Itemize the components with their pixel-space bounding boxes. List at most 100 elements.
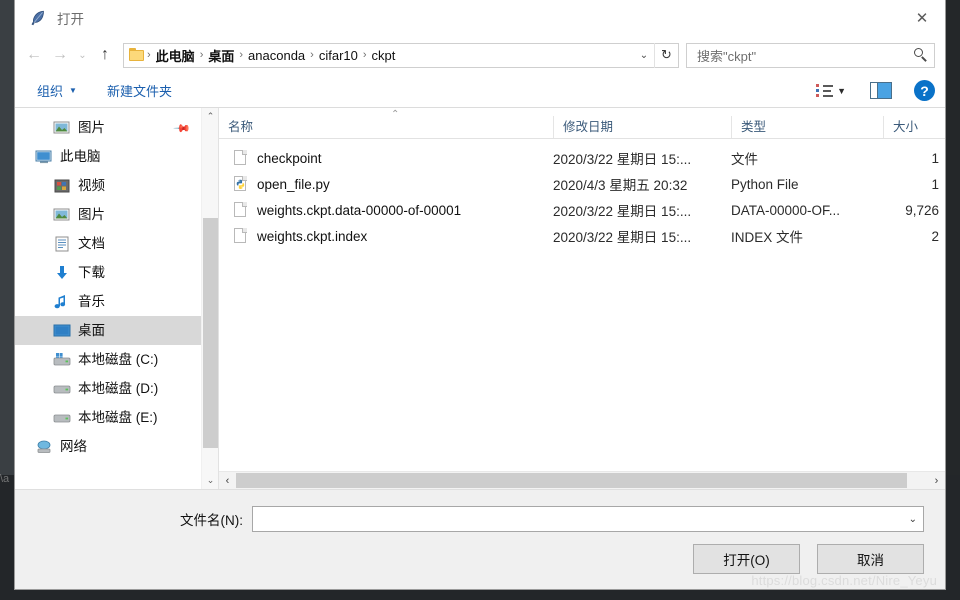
column-header-3[interactable]: 大小 (883, 116, 939, 138)
file-name-cell[interactable]: open_file.py (219, 175, 553, 193)
file-type-cell: DATA-00000-OF... (731, 202, 841, 218)
button-row: 打开(O) 取消 (15, 532, 945, 574)
column-header-0[interactable]: 名称 (219, 116, 553, 138)
navigation-bar: ← → ⌄ ↑ › 此电脑 › 桌面 › anaconda › cifar10 … (15, 36, 945, 74)
sidebar-item-label: 此电脑 (60, 148, 101, 164)
file-name-text: weights.ckpt.data-00000-of-00001 (257, 202, 462, 218)
sidebar-item-label: 本地磁盘 (C:) (78, 351, 159, 367)
breadcrumb-item-1[interactable]: 桌面 (204, 46, 238, 65)
breadcrumb-item-0[interactable]: 此电脑 (152, 46, 199, 65)
chevron-down-icon[interactable]: ⌄ (634, 50, 654, 61)
picture-icon (53, 207, 71, 223)
new-folder-button[interactable]: 新建文件夹 (107, 81, 172, 100)
sidebar-item-6[interactable]: 音乐 (15, 287, 201, 316)
file-name-text: open_file.py (257, 176, 330, 192)
filename-label: 文件名(N): (180, 513, 243, 528)
forward-button[interactable]: → (47, 42, 73, 68)
close-icon[interactable]: ✕ (899, 0, 945, 36)
picture-icon (53, 120, 71, 136)
sidebar-item-label: 视频 (78, 177, 105, 193)
column-header-2[interactable]: 类型 (731, 116, 883, 138)
file-name-text: checkpoint (257, 150, 322, 166)
table-row[interactable]: checkpoint 2020/3/22 星期日 15:... 文件 1 (219, 145, 945, 171)
file-name-cell[interactable]: weights.ckpt.data-00000-of-00001 (219, 201, 553, 219)
chevron-down-icon: ▼ (69, 86, 77, 95)
search-input[interactable]: 搜索"ckpt" (697, 46, 914, 65)
open-button[interactable]: 打开(O) (693, 544, 800, 574)
file-date-cell: 2020/3/22 星期日 15:... (553, 152, 692, 167)
table-row[interactable]: open_file.py 2020/4/3 星期五 20:32 Python Fil… (219, 171, 945, 197)
sidebar-item-label: 图片 (78, 119, 105, 135)
desktop-icon (53, 323, 71, 339)
folder-icon (129, 48, 146, 62)
back-button[interactable]: ← (21, 42, 47, 68)
music-icon (53, 294, 71, 310)
hscroll-track[interactable] (236, 473, 928, 488)
column-headers: 名称 修改日期 类型 大小 ⌃ (219, 108, 945, 139)
drive-icon (53, 410, 71, 426)
dialog-body: 图片 📌 此电脑 视频 图片 文档 下载 音乐 桌面 本地磁盘 (C:) 本地磁盘 (D:) 本地磁盘… (15, 108, 945, 489)
sidebar-scrollbar[interactable]: ⌃ ⌄ (201, 108, 218, 489)
title-bar: 打开 ✕ (15, 0, 945, 36)
organize-button[interactable]: 组织 ▼ (37, 81, 77, 100)
window-title: 打开 (57, 12, 84, 27)
help-icon[interactable]: ? (914, 80, 935, 101)
table-row[interactable]: weights.ckpt.data-00000-of-00001 2020/3/2… (219, 197, 945, 223)
new-folder-label: 新建文件夹 (106, 84, 172, 99)
network-icon (35, 439, 53, 455)
sidebar-scroll-thumb[interactable] (203, 218, 218, 448)
sidebar-item-9[interactable]: 本地磁盘 (D:) (15, 374, 201, 403)
search-box[interactable]: 搜索"ckpt" (686, 42, 935, 68)
sidebar-item-label: 桌面 (78, 322, 105, 338)
sidebar-item-2[interactable]: 视频 (15, 171, 201, 200)
dialog-footer: 文件名(N): ⌄ 打开(O) 取消 https://blog.csdn.net… (15, 489, 945, 589)
sidebar-item-8[interactable]: 本地磁盘 (C:) (15, 345, 201, 374)
sidebar-item-10[interactable]: 本地磁盘 (E:) (15, 403, 201, 432)
file-name-cell[interactable]: weights.ckpt.index (219, 227, 553, 245)
chevron-down-icon[interactable]: ▼ (837, 86, 846, 96)
view-options-icon[interactable] (816, 83, 834, 98)
breadcrumb-item-4[interactable]: ckpt (368, 48, 400, 63)
sidebar-item-0[interactable]: 图片 📌 (15, 113, 201, 142)
file-size-cell: 1 (931, 150, 939, 166)
generic-file-icon (233, 201, 248, 219)
sidebar-item-1[interactable]: 此电脑 (15, 142, 201, 171)
generic-file-icon (233, 227, 248, 245)
address-bar[interactable]: › 此电脑 › 桌面 › anaconda › cifar10 › ckpt ⌄… (123, 42, 679, 68)
scroll-right-icon[interactable]: › (928, 475, 945, 487)
drive-icon (53, 381, 71, 397)
sidebar-item-4[interactable]: 文档 (15, 229, 201, 258)
sidebar-item-7[interactable]: 桌面 (15, 316, 201, 345)
sort-ascending-icon: ⌃ (391, 109, 400, 120)
column-header-1[interactable]: 修改日期 (553, 116, 731, 138)
scroll-left-icon[interactable]: ‹ (219, 475, 236, 487)
navigation-pane: 图片 📌 此电脑 视频 图片 文档 下载 音乐 桌面 本地磁盘 (C:) 本地磁盘 (D:) 本地磁盘… (15, 108, 218, 489)
file-size-cell: 1 (931, 176, 939, 192)
scroll-up-icon[interactable]: ⌃ (202, 108, 219, 125)
sidebar-item-label: 文档 (78, 235, 105, 251)
breadcrumb-item-3[interactable]: cifar10 (315, 48, 362, 63)
pin-icon[interactable]: 📌 (173, 119, 192, 138)
search-icon (914, 48, 928, 62)
file-date-cell: 2020/3/22 星期日 15:... (553, 230, 692, 245)
cancel-button[interactable]: 取消 (817, 544, 924, 574)
horizontal-scrollbar[interactable]: ‹ › (219, 471, 945, 489)
python-file-icon (233, 175, 248, 193)
organize-label: 组织 (37, 84, 64, 99)
sidebar-item-11[interactable]: 网络 (15, 432, 201, 461)
refresh-icon[interactable]: ↻ (654, 42, 678, 68)
recent-locations-button[interactable]: ⌄ (73, 42, 92, 68)
filename-field[interactable]: ⌄ (252, 506, 924, 532)
breadcrumb-item-2[interactable]: anaconda (244, 48, 309, 63)
chevron-down-icon[interactable]: ⌄ (905, 514, 917, 525)
table-row[interactable]: weights.ckpt.index 2020/3/22 星期日 15:... IN… (219, 223, 945, 249)
file-name-cell[interactable]: checkpoint (219, 149, 553, 167)
hscroll-thumb[interactable] (236, 473, 908, 488)
sidebar-item-5[interactable]: 下载 (15, 258, 201, 287)
scroll-down-icon[interactable]: ⌄ (202, 472, 219, 489)
up-button[interactable]: ↑ (92, 42, 118, 68)
sidebar-item-3[interactable]: 图片 (15, 200, 201, 229)
open-file-dialog: 打开 ✕ ← → ⌄ ↑ › 此电脑 › 桌面 › anaconda › cif… (14, 0, 946, 590)
preview-pane-icon[interactable] (870, 82, 892, 99)
windows-drive-icon (53, 352, 71, 368)
